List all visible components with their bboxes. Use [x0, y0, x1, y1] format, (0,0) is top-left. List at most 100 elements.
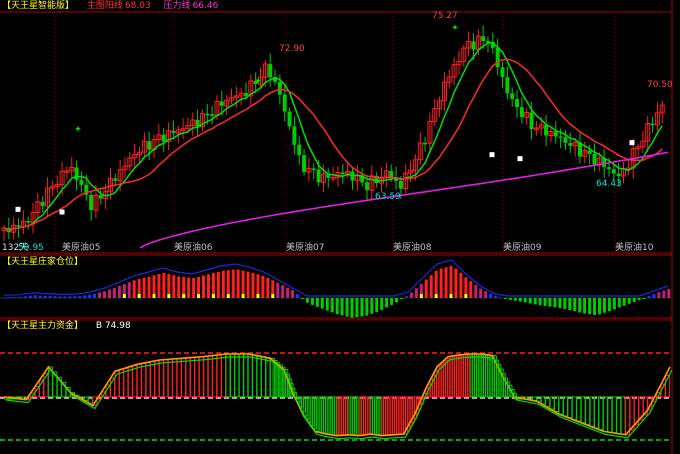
position-bar-3: [18, 296, 22, 298]
position-gold-33: [167, 294, 171, 298]
position-bar-118: [588, 298, 592, 315]
position-bar-104: [518, 298, 522, 302]
position-bar-35: [177, 276, 181, 298]
indicator-main-name: 主图阳线: [86, 1, 123, 11]
position-bar-85: [424, 279, 428, 298]
candle-body-30: [147, 141, 152, 150]
position-bar-129: [642, 298, 646, 299]
position-bar-59: [296, 293, 300, 298]
candle-body-57: [277, 81, 282, 95]
candle-body-103: [500, 67, 505, 78]
position-bar-19: [98, 292, 102, 298]
position-bar-31: [157, 274, 161, 298]
position-bar-122: [607, 298, 611, 312]
position-bar-107: [533, 298, 537, 305]
position-bar-46: [231, 269, 235, 298]
price-label-75-27: 75.27: [432, 11, 458, 21]
candle-body-106: [515, 99, 520, 108]
position-bar-127: [632, 298, 636, 302]
position-bar-83: [414, 288, 418, 298]
position-bar-17: [88, 294, 92, 298]
position-bar-115: [573, 298, 577, 312]
candle-body-62: [302, 155, 307, 173]
candle-body-45: [219, 101, 224, 106]
candle-body-80: [389, 170, 394, 178]
candle-body-58: [282, 94, 287, 112]
candle-body-55: [268, 63, 273, 78]
position-bar-21: [107, 289, 111, 298]
position-bar-53: [266, 277, 270, 298]
candle-body-60: [292, 126, 297, 145]
signal-marker-4: [629, 140, 635, 146]
position-bar-65: [325, 298, 329, 311]
position-bar-132: [657, 292, 661, 298]
position-bar-45: [226, 270, 230, 298]
panel3-header: 【天王星主力资金】 B 74.98: [2, 321, 141, 332]
position-bar-71: [355, 298, 359, 318]
candle-body-61: [297, 144, 302, 156]
position-bar-56: [281, 285, 285, 298]
position-bar-55: [276, 282, 280, 298]
position-bar-6: [33, 295, 37, 298]
position-gold-93: [464, 294, 468, 298]
position-bar-37: [187, 277, 191, 298]
signal-marker-1: [59, 209, 65, 215]
position-bar-62: [310, 298, 314, 305]
position-bar-88: [439, 268, 443, 298]
position-gold-24: [122, 294, 126, 298]
candle-body-116: [563, 137, 568, 143]
candle-body-87: [423, 142, 428, 145]
position-bar-15: [78, 295, 82, 298]
position-bar-41: [206, 274, 210, 298]
position-bar-8: [43, 295, 47, 298]
position-bar-120: [598, 298, 601, 315]
candle-body-126: [611, 169, 616, 174]
candle-body-18: [89, 194, 94, 211]
panel3-title: 【天王星主力资金】: [2, 321, 84, 331]
position-gold-51: [256, 294, 260, 298]
up-arrow-2: ✦: [451, 24, 459, 34]
panel2-title: 【天王星庄家仓位】: [2, 257, 84, 267]
candle-body-15: [74, 167, 79, 180]
candle-body-50: [244, 93, 248, 96]
candle-body-107: [519, 107, 524, 118]
position-bar-113: [563, 298, 567, 309]
position-bar-18: [93, 293, 97, 298]
x-label-08: 美原油08: [393, 243, 432, 253]
position-bar-81: [404, 296, 408, 298]
position-bar-131: [652, 293, 656, 298]
position-bar-57: [286, 287, 290, 298]
panel1-header: 【天王星智能版】 主图阳线 68.03 压力线 66.46: [2, 1, 228, 12]
position-bar-73: [365, 298, 369, 316]
position-bar-66: [330, 298, 334, 313]
position-bar-116: [578, 298, 582, 313]
position-gold-48: [241, 294, 245, 298]
position-gold-54: [271, 294, 275, 298]
candle-body-5: [26, 221, 31, 223]
position-bar-44: [221, 270, 225, 298]
position-bar-32: [162, 272, 166, 298]
position-bar-2: [13, 297, 17, 299]
position-gold-84: [419, 294, 423, 298]
x-label-10: 美原油10: [615, 243, 654, 253]
position-gold-36: [182, 294, 186, 298]
position-bar-125: [622, 298, 626, 306]
position-bar-43: [216, 271, 220, 298]
position-bar-130: [647, 295, 651, 298]
panel1-title: 【天王星智能版】: [2, 1, 75, 11]
position-gold-27: [137, 294, 141, 298]
position-bar-58: [291, 290, 295, 298]
position-bar-94: [469, 281, 473, 298]
candle-body-82: [398, 180, 403, 189]
indicator-pressure-name: 压力线: [163, 1, 191, 11]
position-bar-11: [58, 296, 62, 298]
position-bar-96: [479, 288, 483, 298]
candle-body-35: [171, 130, 176, 133]
position-bar-101: [503, 298, 507, 299]
position-bar-77: [385, 298, 389, 308]
position-bar-67: [335, 298, 339, 315]
x-label-06: 美原油06: [174, 243, 213, 253]
signal-marker-0: [15, 206, 21, 212]
position-bar-119: [593, 298, 597, 315]
panel2-header: 【天王星庄家仓位】: [2, 257, 93, 268]
